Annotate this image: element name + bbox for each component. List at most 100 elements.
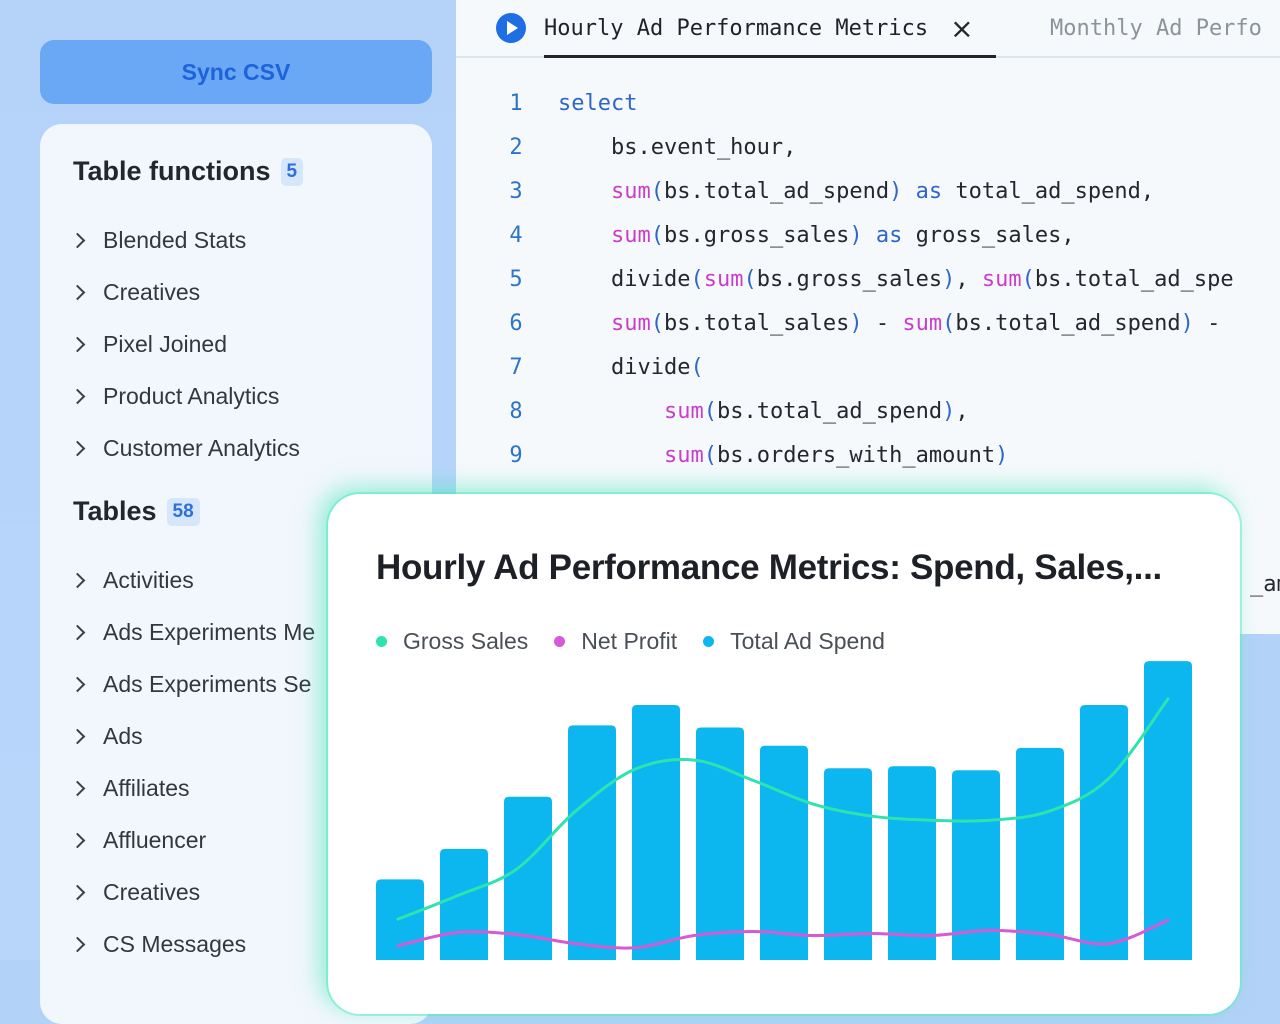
tables-heading: Tables 58 <box>73 496 200 527</box>
tab-hourly-ad-performance[interactable]: Hourly Ad Performance Metrics × <box>496 0 996 58</box>
table-item-label: Affiliates <box>103 774 190 801</box>
chevron-right-icon <box>69 232 86 248</box>
table-function-item-label: Product Analytics <box>103 382 280 409</box>
editor-tab-bar: Hourly Ad Performance Metrics × Monthly … <box>456 0 1280 58</box>
bar-total-ad-spend[interactable] <box>1144 661 1192 960</box>
chevron-right-icon <box>69 832 86 848</box>
tables-title: Tables <box>73 496 157 526</box>
code-line[interactable]: 4 sum(bs.gross_sales) as gross_sales, <box>456 214 1280 258</box>
table-function-item[interactable]: Blended Stats <box>69 220 247 260</box>
play-icon[interactable] <box>496 13 526 43</box>
line-number: 2 <box>509 135 523 160</box>
code-line[interactable]: 3 sum(bs.total_ad_spend) as total_ad_spe… <box>456 170 1280 214</box>
code-line[interactable]: 6 sum(bs.total_sales) - sum(bs.total_ad_… <box>456 302 1280 346</box>
code-line[interactable]: 1 select <box>456 82 1280 126</box>
line-number: 8 <box>509 399 523 424</box>
bar-total-ad-spend[interactable] <box>632 705 680 960</box>
chart-card: Hourly Ad Performance Metrics: Spend, Sa… <box>328 494 1240 1014</box>
table-function-item[interactable]: Customer Analytics <box>69 428 300 468</box>
table-item-label: Activities <box>103 566 194 593</box>
chevron-right-icon <box>69 440 86 456</box>
table-item-label: Ads <box>103 722 143 749</box>
chevron-right-icon <box>69 780 86 796</box>
table-function-item[interactable]: Pixel Joined <box>69 324 228 364</box>
table-item[interactable]: Creatives <box>69 872 201 912</box>
table-item-label: Ads Experiments Me <box>103 618 316 645</box>
bar-total-ad-spend[interactable] <box>824 768 872 960</box>
net-profit-dot <box>554 636 566 647</box>
line-number: 5 <box>509 267 523 292</box>
code-line[interactable]: 9 sum(bs.orders_with_amount) <box>456 434 1280 478</box>
chevron-right-icon <box>69 728 86 744</box>
chevron-right-icon <box>69 572 86 588</box>
chevron-right-icon <box>69 884 86 900</box>
chevron-right-icon <box>69 284 86 300</box>
table-item-label: Affluencer <box>103 826 207 853</box>
chevron-right-icon <box>69 936 86 952</box>
close-icon[interactable]: × <box>950 12 973 45</box>
code-text: sum(bs.total_ad_spend) as total_ad_spend… <box>610 179 1155 204</box>
table-item[interactable]: Activities <box>69 560 194 600</box>
line-number: 1 <box>509 91 523 116</box>
line-number: 3 <box>509 179 523 204</box>
line-number: 4 <box>509 223 523 248</box>
table-function-item[interactable]: Product Analytics <box>69 376 280 416</box>
table-item[interactable]: Ads Experiments Se <box>69 664 312 704</box>
chevron-right-icon <box>69 624 86 640</box>
table-function-item-label: Customer Analytics <box>103 434 300 461</box>
legend-label: Net Profit <box>581 628 678 654</box>
tab-label: Hourly Ad Performance Metrics <box>544 15 929 41</box>
tab-monthly-ad-performance[interactable]: Monthly Ad Perfo <box>1050 0 1262 56</box>
bar-total-ad-spend[interactable] <box>568 725 616 960</box>
line-number: 9 <box>509 443 523 468</box>
table-function-item[interactable]: Creatives <box>69 272 201 312</box>
legend-item-gross-sales[interactable]: Gross Sales <box>376 628 528 655</box>
code-text: divide(sum(bs.gross_sales), sum(bs.total… <box>558 267 1234 292</box>
code-text: select <box>558 91 638 116</box>
line-number: 7 <box>509 355 523 380</box>
legend-label: Total Ad Spend <box>730 628 885 654</box>
code-text: sum(bs.total_sales) - sum(bs.total_ad_sp… <box>610 311 1221 336</box>
table-item[interactable]: CS Messages <box>69 924 247 964</box>
bar-total-ad-spend[interactable] <box>888 766 936 960</box>
code-text: bs.event_hour, <box>558 135 797 160</box>
bar-total-ad-spend[interactable] <box>1080 705 1128 960</box>
chart-legend: Gross Sales Net Profit Total Ad Spend <box>376 628 885 655</box>
chevron-right-icon <box>69 676 86 692</box>
chevron-right-icon <box>69 388 86 404</box>
table-function-item-label: Pixel Joined <box>103 330 228 357</box>
total-ad-spend-dot <box>703 636 715 647</box>
table-functions-count-badge: 5 <box>280 157 304 186</box>
table-item[interactable]: Affiliates <box>69 768 190 808</box>
legend-item-net-profit[interactable]: Net Profit <box>554 628 677 655</box>
table-function-item-label: Blended Stats <box>103 226 247 253</box>
bar-total-ad-spend[interactable] <box>760 745 808 960</box>
bar-total-ad-spend[interactable] <box>440 848 488 960</box>
legend-label: Gross Sales <box>403 628 529 654</box>
line-number: 6 <box>509 311 523 336</box>
table-functions-heading: Table functions 5 <box>73 156 304 187</box>
sync-csv-button[interactable]: Sync CSV <box>40 40 432 104</box>
legend-item-total-ad-spend[interactable]: Total Ad Spend <box>703 628 885 655</box>
table-item[interactable]: Ads <box>69 716 143 756</box>
gross-sales-dot <box>376 636 387 647</box>
code-text: sum(bs.gross_sales) as gross_sales, <box>610 223 1075 248</box>
code-line[interactable]: 7 divide( <box>456 346 1280 390</box>
table-item-label: Creatives <box>103 878 201 905</box>
code-line[interactable]: 8 sum(bs.total_ad_spend), <box>456 390 1280 434</box>
code-text: sum(bs.orders_with_amount) <box>663 443 1009 468</box>
tables-count-badge: 58 <box>166 497 200 526</box>
table-functions-title: Table functions <box>73 156 271 186</box>
code-line[interactable]: 5 divide(sum(bs.gross_sales), sum(bs.tot… <box>456 258 1280 302</box>
table-item[interactable]: Ads Experiments Me <box>69 612 316 652</box>
table-item[interactable]: Affluencer <box>69 820 207 860</box>
table-item-label: Ads Experiments Se <box>103 670 312 697</box>
table-item-label: CS Messages <box>103 930 247 957</box>
code-text: divide( <box>558 355 704 380</box>
bar-total-ad-spend[interactable] <box>1016 747 1064 960</box>
chevron-right-icon <box>69 336 86 352</box>
table-function-item-label: Creatives <box>103 278 201 305</box>
code-text: sum(bs.total_ad_spend), <box>663 399 969 424</box>
code-line[interactable]: 2 bs.event_hour, <box>456 126 1280 170</box>
chart-title: Hourly Ad Performance Metrics: Spend, Sa… <box>376 548 1162 587</box>
